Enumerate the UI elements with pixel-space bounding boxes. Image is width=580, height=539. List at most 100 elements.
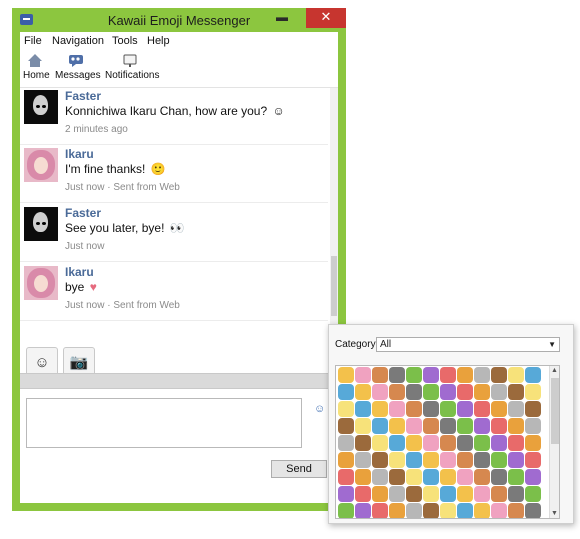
emoji-cell[interactable] — [508, 503, 524, 518]
emoji-cell[interactable] — [508, 435, 524, 451]
menu-tools[interactable]: Tools — [112, 35, 138, 47]
emoji-cell[interactable] — [525, 418, 541, 434]
emoji-picker-toggle-icon[interactable]: ☺ — [314, 403, 325, 415]
emoji-cell[interactable] — [508, 367, 524, 383]
compose-box[interactable] — [26, 398, 302, 448]
emoji-cell[interactable] — [525, 367, 541, 383]
emoji-cell[interactable] — [355, 486, 371, 502]
picker-scrollbar[interactable]: ▲ ▼ — [549, 366, 559, 518]
emoji-cell[interactable] — [525, 486, 541, 502]
emoji-cell[interactable] — [372, 469, 388, 485]
emoji-cell[interactable] — [474, 367, 490, 383]
emoji-cell[interactable] — [474, 486, 490, 502]
emoji-cell[interactable] — [457, 469, 473, 485]
emoji-cell[interactable] — [389, 469, 405, 485]
picker-scroll-thumb[interactable] — [551, 378, 559, 444]
avatar-faster[interactable] — [24, 207, 58, 241]
emoji-cell[interactable] — [491, 452, 507, 468]
emoji-cell[interactable] — [491, 486, 507, 502]
emoji-cell[interactable] — [423, 469, 439, 485]
emoji-cell[interactable] — [355, 401, 371, 417]
emoji-cell[interactable] — [406, 418, 422, 434]
emoji-cell[interactable] — [440, 452, 456, 468]
chat-scrollbar[interactable] — [330, 88, 338, 343]
emoji-cell[interactable] — [440, 418, 456, 434]
emoji-cell[interactable] — [372, 401, 388, 417]
chat-history[interactable]: Faster Konnichiwa Ikaru Chan, how are yo… — [20, 88, 338, 343]
emoji-cell[interactable] — [423, 418, 439, 434]
message-sender[interactable]: Faster — [65, 89, 101, 103]
emoji-cell[interactable] — [525, 469, 541, 485]
emoji-cell[interactable] — [389, 503, 405, 518]
emoji-cell[interactable] — [525, 503, 541, 518]
emoji-cell[interactable] — [457, 384, 473, 400]
menu-navigation[interactable]: Navigation — [52, 35, 104, 47]
emoji-cell[interactable] — [491, 384, 507, 400]
menu-file[interactable]: File — [24, 35, 42, 47]
emoji-cell[interactable] — [508, 486, 524, 502]
emoji-cell[interactable] — [338, 367, 354, 383]
emoji-cell[interactable] — [406, 452, 422, 468]
emoji-cell[interactable] — [491, 367, 507, 383]
emoji-cell[interactable] — [440, 401, 456, 417]
emoji-cell[interactable] — [525, 452, 541, 468]
emoji-cell[interactable] — [406, 435, 422, 451]
emoji-cell[interactable] — [406, 486, 422, 502]
emoji-cell[interactable] — [508, 469, 524, 485]
avatar-faster[interactable] — [24, 90, 58, 124]
emoji-cell[interactable] — [491, 418, 507, 434]
emoji-cell[interactable] — [406, 469, 422, 485]
emoji-cell[interactable] — [508, 452, 524, 468]
emoji-cell[interactable] — [338, 503, 354, 518]
emoji-cell[interactable] — [474, 503, 490, 518]
emoji-cell[interactable] — [457, 503, 473, 518]
emoji-cell[interactable] — [474, 469, 490, 485]
emoji-cell[interactable] — [508, 384, 524, 400]
emoji-cell[interactable] — [406, 384, 422, 400]
emoji-cell[interactable] — [491, 435, 507, 451]
emoji-cell[interactable] — [389, 384, 405, 400]
category-select[interactable]: All ▼ — [376, 337, 560, 352]
emoji-cell[interactable] — [338, 401, 354, 417]
chat-scroll-thumb[interactable] — [331, 256, 337, 316]
emoji-cell[interactable] — [440, 469, 456, 485]
emoji-cell[interactable] — [525, 401, 541, 417]
emoji-cell[interactable] — [491, 503, 507, 518]
emoji-cell[interactable] — [457, 418, 473, 434]
emoji-cell[interactable] — [508, 418, 524, 434]
emoji-cell[interactable] — [423, 503, 439, 518]
toolbar-notifications-button[interactable]: Notifications — [105, 53, 159, 81]
emoji-cell[interactable] — [372, 384, 388, 400]
emoji-cell[interactable] — [355, 503, 371, 518]
toolbar-messages-button[interactable]: Messages — [55, 53, 101, 81]
scroll-down-icon[interactable]: ▼ — [551, 510, 558, 517]
emoji-cell[interactable] — [406, 503, 422, 518]
emoji-cell[interactable] — [355, 435, 371, 451]
emoji-cell[interactable] — [338, 486, 354, 502]
emoji-cell[interactable] — [338, 469, 354, 485]
emoji-cell[interactable] — [474, 384, 490, 400]
emoji-cell[interactable] — [372, 486, 388, 502]
emoji-cell[interactable] — [338, 384, 354, 400]
emoji-cell[interactable] — [338, 435, 354, 451]
emoji-cell[interactable] — [457, 435, 473, 451]
emoji-cell[interactable] — [457, 452, 473, 468]
emoji-cell[interactable] — [372, 503, 388, 518]
message-sender[interactable]: Ikaru — [65, 265, 94, 279]
emoji-cell[interactable] — [389, 486, 405, 502]
emoji-cell[interactable] — [355, 384, 371, 400]
emoji-cell[interactable] — [355, 452, 371, 468]
emoji-cell[interactable] — [525, 384, 541, 400]
emoji-cell[interactable] — [440, 367, 456, 383]
emoji-cell[interactable] — [440, 486, 456, 502]
minimize-button[interactable]: ▬ — [268, 8, 296, 28]
toolbar-home-button[interactable]: Home — [23, 53, 50, 81]
emoji-cell[interactable] — [474, 418, 490, 434]
emoji-cell[interactable] — [389, 435, 405, 451]
emoji-cell[interactable] — [440, 435, 456, 451]
close-button[interactable]: ✕ — [306, 8, 346, 28]
menu-help[interactable]: Help — [147, 35, 170, 47]
emoji-cell[interactable] — [525, 435, 541, 451]
emoji-cell[interactable] — [372, 367, 388, 383]
emoji-cell[interactable] — [474, 401, 490, 417]
